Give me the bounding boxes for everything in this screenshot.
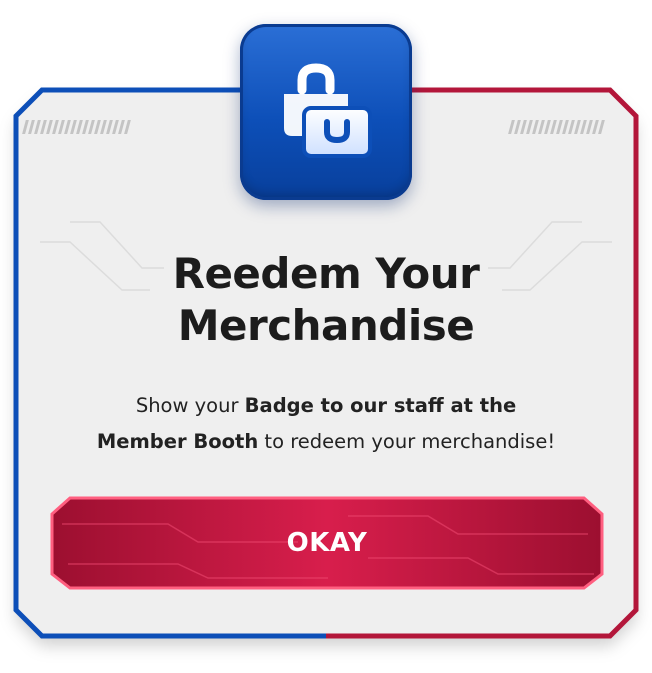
dialog-message: Show your Badge to our staff at the Memb… — [40, 388, 612, 460]
message-text-2: to redeem your merchandise! — [258, 430, 556, 453]
redeem-dialog: Reedem Your Merchandise Show your Badge … — [0, 0, 652, 673]
shopping-bag-icon — [284, 63, 372, 158]
message-line-1: Show your Badge to our staff at the — [40, 388, 612, 424]
dialog-title: Reedem Your Merchandise — [0, 248, 652, 352]
message-text-1: Show your — [135, 394, 245, 417]
message-bold-2: Member Booth — [96, 430, 259, 453]
title-line-1: Reedem Your — [172, 249, 480, 298]
title-line-2: Merchandise — [177, 301, 475, 350]
okay-button[interactable]: OKAY — [48, 494, 606, 592]
message-line-2: Member Booth to redeem your merchandise! — [40, 424, 612, 460]
message-bold-1: Badge to our staff at the — [244, 394, 517, 417]
okay-button-label: OKAY — [286, 528, 368, 558]
icon-tile — [240, 24, 412, 200]
